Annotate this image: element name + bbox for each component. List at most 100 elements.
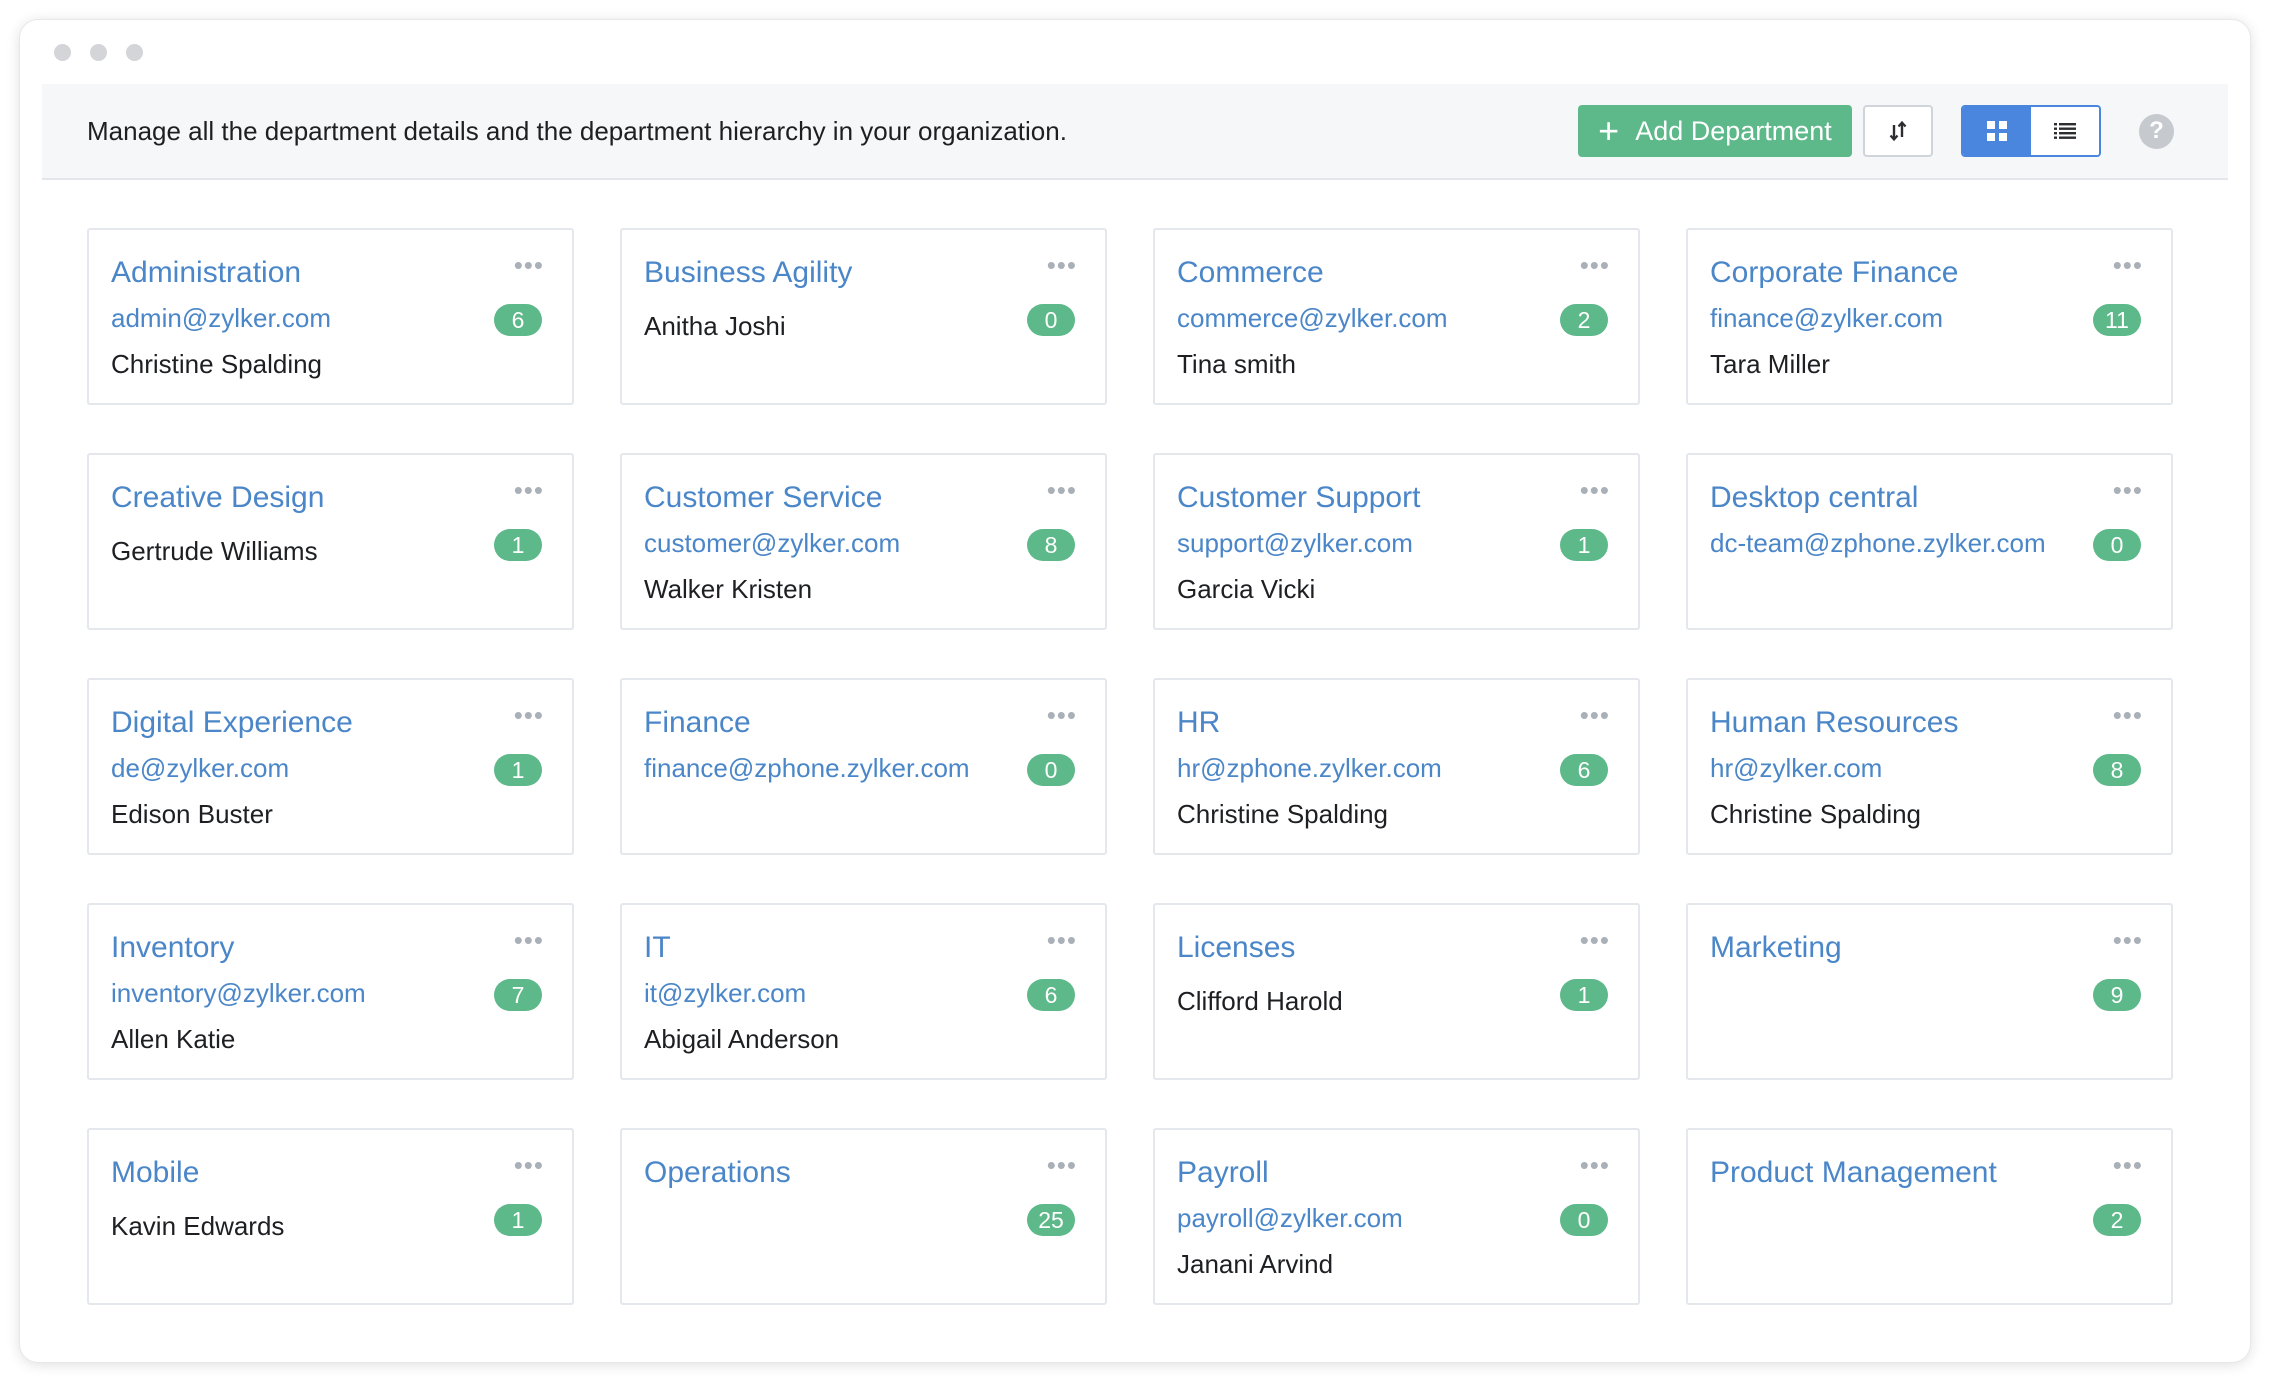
- department-name[interactable]: HR: [1177, 704, 1616, 742]
- department-head: Gertrude Williams: [111, 536, 318, 566]
- department-email[interactable]: inventory@zylker.com: [111, 976, 550, 1010]
- add-department-button[interactable]: + Add Department: [1578, 105, 1852, 157]
- department-card[interactable]: Customer Service customer@zylker.com Walke…: [620, 453, 1107, 630]
- more-options-icon[interactable]: •••: [2113, 252, 2143, 278]
- department-card[interactable]: Creative Design Gertrude Williams ••• 1: [87, 453, 574, 630]
- department-name[interactable]: Human Resources: [1710, 704, 2149, 742]
- department-card[interactable]: Desktop central dc-team@zphone.zylker.com…: [1686, 453, 2173, 630]
- department-head: Kavin Edwards: [111, 1211, 285, 1241]
- department-email[interactable]: finance@zylker.com: [1710, 301, 2149, 335]
- department-head: Anitha Joshi: [644, 311, 786, 341]
- department-email[interactable]: hr@zylker.com: [1710, 751, 2149, 785]
- department-card[interactable]: Product Management ••• 2: [1686, 1128, 2173, 1305]
- member-count-badge: 2: [1560, 304, 1608, 336]
- more-options-icon[interactable]: •••: [1580, 477, 1610, 503]
- department-name[interactable]: Creative Design: [111, 479, 550, 517]
- department-card[interactable]: Customer Support support@zylker.com Garcia…: [1153, 453, 1640, 630]
- department-name[interactable]: Customer Support: [1177, 479, 1616, 517]
- more-options-icon[interactable]: •••: [1580, 927, 1610, 953]
- department-email[interactable]: hr@zphone.zylker.com: [1177, 751, 1616, 785]
- help-icon[interactable]: ?: [2139, 113, 2174, 149]
- more-options-icon[interactable]: •••: [1047, 477, 1077, 503]
- department-email[interactable]: finance@zphone.zylker.com: [644, 751, 1083, 785]
- window-minimize-dot[interactable]: [90, 43, 107, 61]
- more-options-icon[interactable]: •••: [514, 927, 544, 953]
- department-name[interactable]: Customer Service: [644, 479, 1083, 517]
- more-options-icon[interactable]: •••: [2113, 477, 2143, 503]
- department-head: Edison Buster: [111, 799, 273, 829]
- department-card[interactable]: Administration admin@zylker.com Christine …: [87, 228, 574, 405]
- more-options-icon[interactable]: •••: [2113, 702, 2143, 728]
- more-options-icon[interactable]: •••: [514, 477, 544, 503]
- more-options-icon[interactable]: •••: [1580, 252, 1610, 278]
- department-name[interactable]: Marketing: [1710, 929, 2149, 967]
- more-options-icon[interactable]: •••: [2113, 927, 2143, 953]
- department-card[interactable]: Inventory inventory@zylker.com Allen Katie…: [87, 903, 574, 1080]
- department-name[interactable]: Digital Experience: [111, 704, 550, 742]
- department-card[interactable]: Mobile Kavin Edwards ••• 1: [87, 1128, 574, 1305]
- department-card[interactable]: Business Agility Anitha Joshi ••• 0: [620, 228, 1107, 405]
- department-name[interactable]: Operations: [644, 1154, 1083, 1192]
- window-maximize-dot[interactable]: [126, 43, 143, 61]
- department-card[interactable]: Licenses Clifford Harold ••• 1: [1153, 903, 1640, 1080]
- department-name[interactable]: Finance: [644, 704, 1083, 742]
- member-count-badge: 0: [2093, 529, 2141, 561]
- more-options-icon[interactable]: •••: [1580, 702, 1610, 728]
- department-name[interactable]: Commerce: [1177, 254, 1616, 292]
- department-card[interactable]: HR hr@zphone.zylker.com Christine Spalding…: [1153, 678, 1640, 855]
- department-name[interactable]: Administration: [111, 254, 550, 292]
- department-name[interactable]: Business Agility: [644, 254, 1083, 292]
- department-head: Garcia Vicki: [1177, 574, 1316, 604]
- list-view-button[interactable]: [2031, 107, 2099, 155]
- member-count-badge: 0: [1560, 1204, 1608, 1236]
- member-count-badge: 2: [2093, 1204, 2141, 1236]
- member-count-badge: 9: [2093, 979, 2141, 1011]
- department-email[interactable]: dc-team@zphone.zylker.com: [1710, 526, 2149, 560]
- department-email[interactable]: payroll@zylker.com: [1177, 1201, 1616, 1235]
- more-options-icon[interactable]: •••: [1047, 1152, 1077, 1178]
- department-name[interactable]: IT: [644, 929, 1083, 967]
- more-options-icon[interactable]: •••: [514, 702, 544, 728]
- window-close-dot[interactable]: [54, 43, 71, 61]
- department-card[interactable]: Operations ••• 25: [620, 1128, 1107, 1305]
- sort-button[interactable]: [1863, 105, 1933, 157]
- more-options-icon[interactable]: •••: [1580, 1152, 1610, 1178]
- department-card[interactable]: Corporate Finance finance@zylker.com Tara …: [1686, 228, 2173, 405]
- department-name[interactable]: Desktop central: [1710, 479, 2149, 517]
- department-card[interactable]: Finance finance@zphone.zylker.com ••• 0: [620, 678, 1107, 855]
- member-count-badge: 1: [1560, 979, 1608, 1011]
- department-email[interactable]: commerce@zylker.com: [1177, 301, 1616, 335]
- grid-view-button[interactable]: [1963, 107, 2031, 155]
- department-name[interactable]: Payroll: [1177, 1154, 1616, 1192]
- department-card[interactable]: Commerce commerce@zylker.com Tina smith •••…: [1153, 228, 1640, 405]
- view-toggle: [1961, 105, 2101, 157]
- department-grid: Administration admin@zylker.com Christine …: [87, 228, 2194, 1305]
- department-card[interactable]: Digital Experience de@zylker.com Edison Bu…: [87, 678, 574, 855]
- more-options-icon[interactable]: •••: [514, 1152, 544, 1178]
- page-description: Manage all the department details and th…: [87, 115, 1067, 146]
- department-email[interactable]: admin@zylker.com: [111, 301, 550, 335]
- department-card[interactable]: Marketing ••• 9: [1686, 903, 2173, 1080]
- department-name[interactable]: Licenses: [1177, 929, 1616, 967]
- departments-toolbar: Manage all the department details and th…: [42, 84, 2228, 180]
- department-email[interactable]: it@zylker.com: [644, 976, 1083, 1010]
- department-name[interactable]: Product Management: [1710, 1154, 2149, 1192]
- member-count-badge: 8: [1027, 529, 1075, 561]
- department-head: Janani Arvind: [1177, 1249, 1334, 1279]
- department-head: Christine Spalding: [1710, 799, 1922, 829]
- department-email[interactable]: customer@zylker.com: [644, 526, 1083, 560]
- member-count-badge: 6: [494, 304, 542, 336]
- more-options-icon[interactable]: •••: [1047, 927, 1077, 953]
- department-name[interactable]: Inventory: [111, 929, 550, 967]
- department-email[interactable]: support@zylker.com: [1177, 526, 1616, 560]
- department-name[interactable]: Corporate Finance: [1710, 254, 2149, 292]
- department-name[interactable]: Mobile: [111, 1154, 550, 1192]
- department-card[interactable]: IT it@zylker.com Abigail Anderson ••• 6: [620, 903, 1107, 1080]
- more-options-icon[interactable]: •••: [2113, 1152, 2143, 1178]
- department-card[interactable]: Payroll payroll@zylker.com Janani Arvind ••…: [1153, 1128, 1640, 1305]
- more-options-icon[interactable]: •••: [514, 252, 544, 278]
- department-email[interactable]: de@zylker.com: [111, 751, 550, 785]
- department-card[interactable]: Human Resources hr@zylker.com Christine Sp…: [1686, 678, 2173, 855]
- more-options-icon[interactable]: •••: [1047, 252, 1077, 278]
- more-options-icon[interactable]: •••: [1047, 702, 1077, 728]
